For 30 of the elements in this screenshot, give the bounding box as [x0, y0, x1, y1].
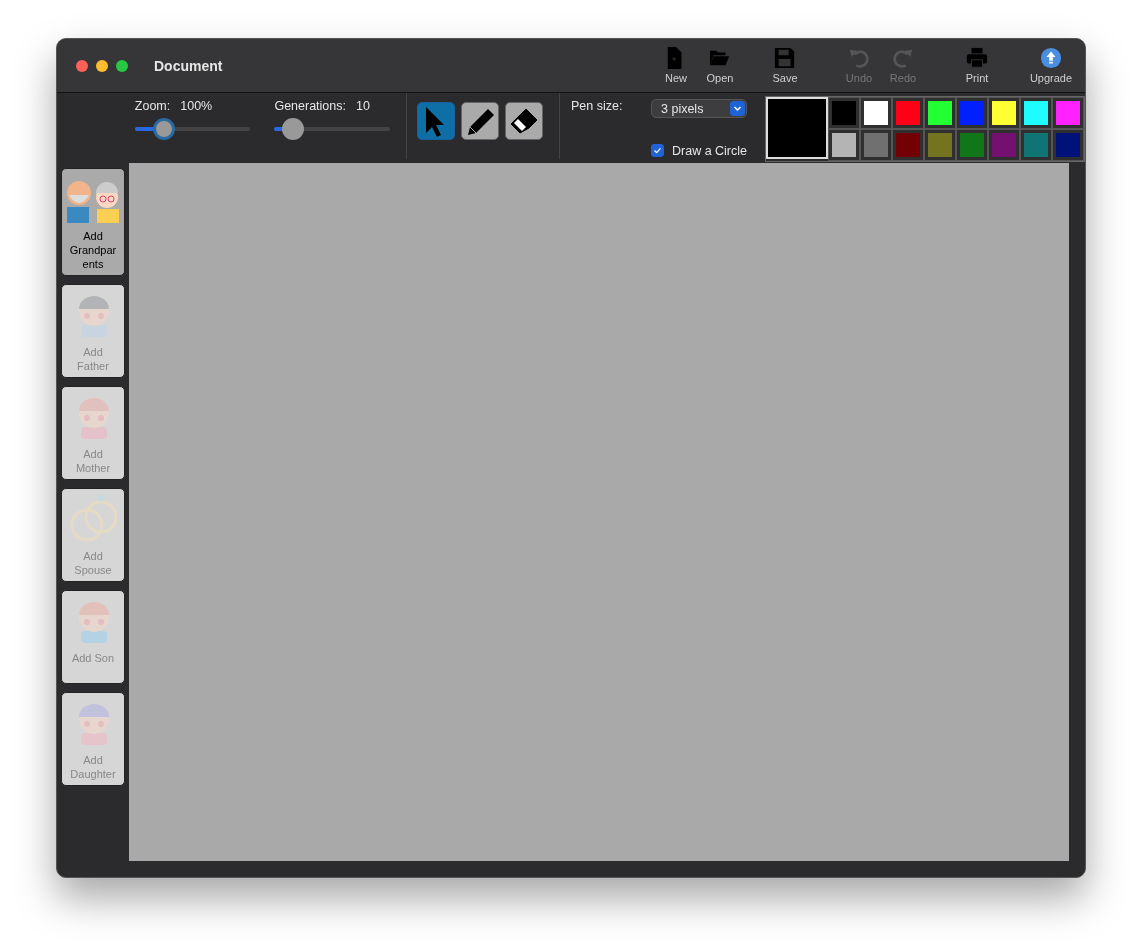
slider-label: Zoom:	[134, 99, 171, 113]
slider-label: Generations:	[274, 99, 346, 113]
pointer-tool-button[interactable]	[417, 102, 455, 140]
undo-icon	[848, 47, 870, 69]
print-button[interactable]: Print	[955, 47, 999, 84]
upgrade-button[interactable]: Upgrade	[1029, 47, 1073, 84]
window-control-button[interactable]	[96, 59, 108, 72]
save-button[interactable]: Save	[763, 47, 807, 84]
pencil-tool-button[interactable]	[461, 102, 499, 140]
draw-circle-checkbox[interactable]: Draw a Circle	[651, 138, 747, 163]
pen-size-dropdown[interactable]: 3 pixels	[651, 99, 747, 118]
redo-icon	[892, 47, 914, 69]
slider-value: 10	[356, 99, 370, 113]
pen-size-label: Pen size:	[571, 99, 624, 115]
window-title: Document	[154, 57, 223, 74]
eraser-tool-button[interactable]	[505, 102, 543, 140]
window-control-button[interactable]	[116, 59, 128, 72]
slider-value: 100%	[180, 99, 213, 113]
save-icon	[774, 47, 796, 69]
upgrade-icon	[1040, 47, 1062, 69]
add-relative-button[interactable]: Add Grandparents	[61, 168, 125, 276]
slider-thumb[interactable]	[152, 118, 175, 140]
slider[interactable]	[134, 118, 251, 140]
window-control-button[interactable]	[76, 59, 88, 72]
slider-thumb[interactable]	[281, 118, 304, 140]
new-button[interactable]: New	[654, 47, 698, 84]
print-icon	[966, 47, 988, 69]
slider[interactable]	[274, 118, 390, 140]
chevron-down-icon	[730, 101, 745, 116]
open-button[interactable]: Open	[698, 47, 742, 84]
